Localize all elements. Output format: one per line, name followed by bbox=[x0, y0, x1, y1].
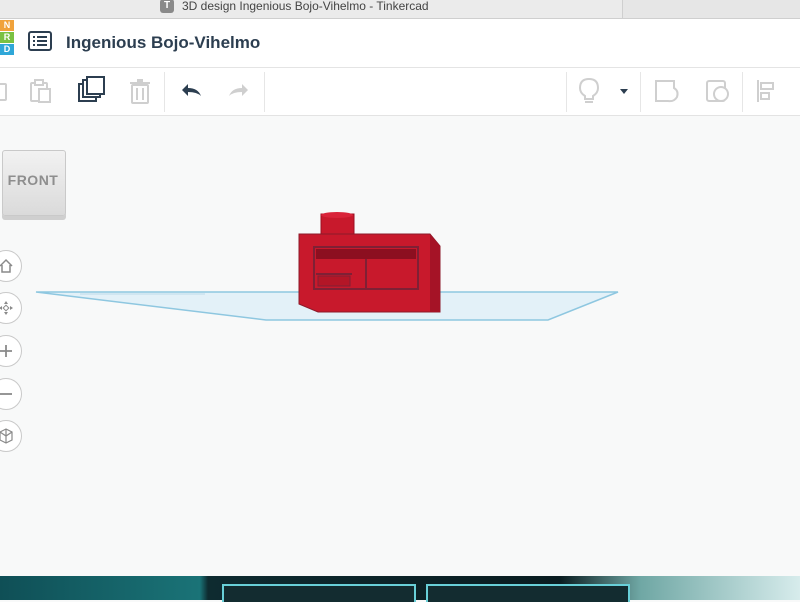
toolbar-divider bbox=[640, 72, 641, 112]
design-title[interactable]: Ingenious Bojo-Vihelmo bbox=[66, 33, 260, 53]
toolbar-divider bbox=[164, 72, 165, 112]
redo-button[interactable] bbox=[224, 76, 254, 106]
lightbulb-icon bbox=[578, 77, 600, 103]
paste-button[interactable] bbox=[26, 76, 56, 106]
tinkercad-favicon-icon: T bbox=[160, 0, 174, 13]
perspective-icon bbox=[0, 428, 13, 444]
toolbar-divider bbox=[264, 72, 265, 112]
window-thumbnail bbox=[426, 584, 630, 602]
solid-shape-button[interactable] bbox=[652, 76, 682, 106]
logo-letter-d: D bbox=[0, 44, 14, 55]
zoom-out-icon bbox=[0, 393, 12, 395]
viewcube-face-label: FRONT bbox=[7, 172, 59, 188]
tinkercad-logo[interactable]: N R D bbox=[0, 20, 14, 66]
notes-button[interactable] bbox=[574, 76, 604, 106]
redo-icon bbox=[229, 84, 248, 96]
align-button[interactable] bbox=[752, 76, 782, 106]
fit-view-icon bbox=[0, 301, 13, 315]
3d-object bbox=[298, 212, 441, 313]
3d-viewport[interactable] bbox=[0, 116, 800, 576]
undo-button[interactable] bbox=[176, 76, 206, 106]
shape-hole-icon bbox=[706, 80, 729, 102]
zoom-in-icon bbox=[0, 345, 12, 357]
delete-icon bbox=[130, 79, 150, 104]
list-menu-icon[interactable] bbox=[28, 31, 52, 51]
home-icon bbox=[0, 258, 13, 273]
toolbar-divider bbox=[566, 72, 567, 112]
paste-icon bbox=[30, 79, 51, 103]
duplicate-button[interactable] bbox=[76, 76, 106, 106]
shape-solid-icon bbox=[655, 80, 679, 103]
chevron-down-icon bbox=[620, 89, 628, 94]
logo-letter-r: R bbox=[0, 32, 14, 43]
copy-icon bbox=[0, 83, 7, 101]
copy-button[interactable] bbox=[0, 76, 12, 106]
logo-letter-n: N bbox=[0, 20, 14, 31]
window-thumbnail bbox=[222, 584, 416, 602]
hole-shape-button[interactable] bbox=[703, 76, 733, 106]
notes-dropdown-button[interactable] bbox=[612, 76, 636, 106]
delete-button[interactable] bbox=[125, 76, 155, 106]
toolbar-divider bbox=[742, 72, 743, 112]
browser-tab-title: 3D design Ingenious Bojo-Vihelmo - Tinke… bbox=[182, 0, 429, 13]
undo-icon bbox=[182, 84, 201, 96]
duplicate-icon bbox=[78, 76, 105, 102]
align-icon bbox=[757, 80, 774, 102]
